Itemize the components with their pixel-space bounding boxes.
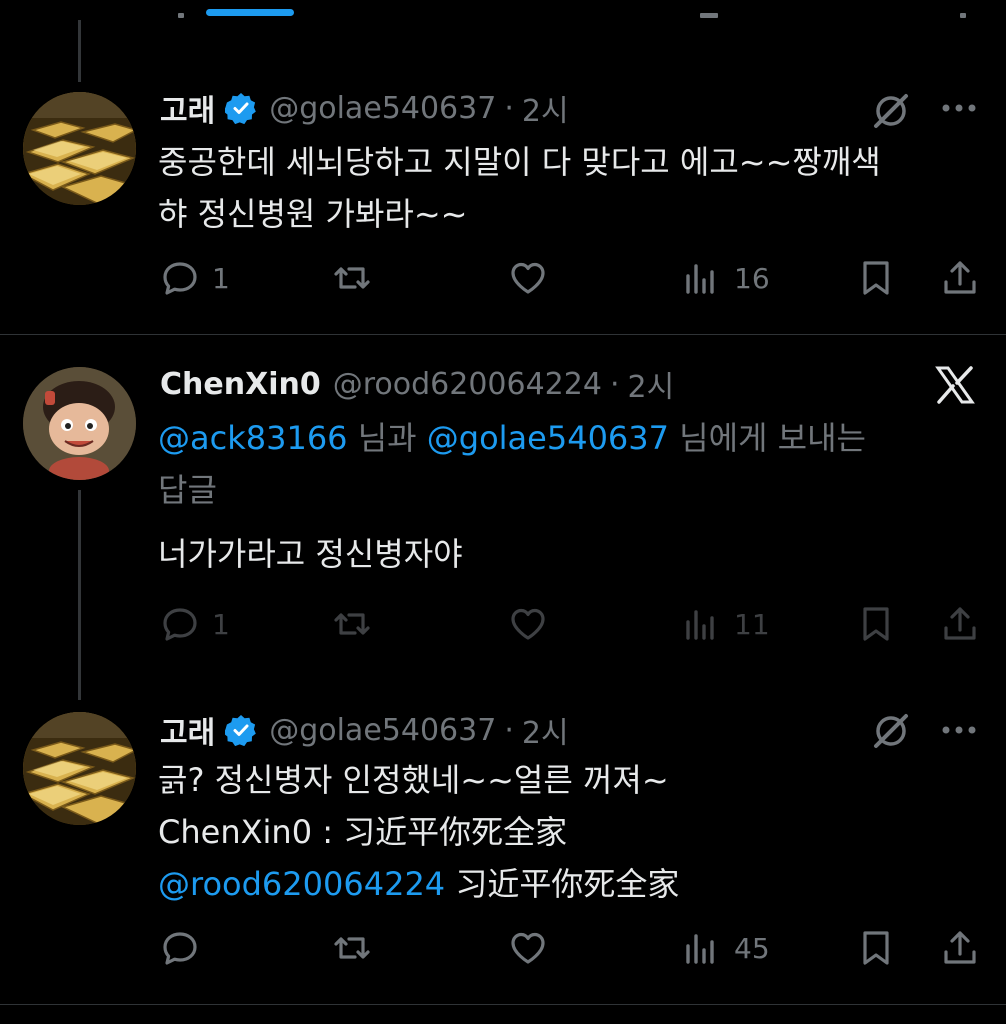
share-button[interactable] bbox=[940, 926, 980, 970]
bookmark-icon bbox=[863, 261, 889, 295]
mention-link[interactable]: @golae540637 bbox=[427, 419, 669, 457]
partial-icon bbox=[700, 13, 718, 18]
like-button[interactable] bbox=[508, 256, 560, 300]
action-bar: 1 11 bbox=[160, 602, 980, 646]
partial-icon bbox=[178, 13, 184, 18]
tweet-text-line: ChenXin0 : 习近平你死全家 bbox=[158, 813, 568, 851]
share-button[interactable] bbox=[940, 602, 980, 646]
display-name[interactable]: 고래 bbox=[160, 708, 215, 752]
heart-icon bbox=[511, 608, 545, 640]
divider bbox=[0, 1004, 1006, 1005]
views-button[interactable]: 45 bbox=[682, 926, 770, 970]
grok-icon[interactable] bbox=[870, 710, 912, 756]
display-name[interactable]: ChenXin0 bbox=[160, 367, 321, 402]
reply-button[interactable]: 1 bbox=[160, 256, 230, 300]
thread-line bbox=[78, 490, 81, 700]
separator: · bbox=[504, 712, 514, 748]
tweet-text-line: 햐 정신병원 가봐라~~ bbox=[158, 195, 468, 233]
grok-icon[interactable] bbox=[870, 90, 912, 136]
verified-badge-icon bbox=[223, 714, 257, 747]
like-button[interactable] bbox=[508, 602, 560, 646]
views-button[interactable]: 16 bbox=[682, 256, 770, 300]
heart-icon bbox=[511, 932, 545, 964]
bookmark-button[interactable] bbox=[856, 926, 896, 970]
x-logo-icon[interactable] bbox=[934, 364, 976, 410]
avatar[interactable] bbox=[23, 712, 136, 825]
reply-button[interactable]: 1 bbox=[160, 602, 230, 646]
reply-context-text: 님에게 보내는 bbox=[669, 419, 866, 457]
display-name[interactable]: 고래 bbox=[160, 86, 215, 130]
reply-icon bbox=[163, 262, 197, 295]
tweet-text: 긁? 정신병자 인정했네~~얼른 꺼져~ ChenXin0 : 习近平你死全家 … bbox=[158, 754, 978, 910]
views-icon bbox=[686, 934, 714, 964]
verified-badge-icon bbox=[223, 92, 257, 125]
views-button[interactable]: 11 bbox=[682, 602, 770, 646]
view-count: 16 bbox=[734, 261, 770, 295]
timestamp[interactable]: 2시 bbox=[628, 362, 675, 406]
top-partial-bar bbox=[0, 0, 1006, 18]
views-icon bbox=[686, 264, 714, 294]
timestamp[interactable]: 2시 bbox=[522, 86, 569, 130]
like-button[interactable] bbox=[508, 926, 560, 970]
bookmark-button[interactable] bbox=[856, 602, 896, 646]
mention-link[interactable]: @rood620064224 bbox=[158, 865, 445, 903]
divider bbox=[0, 334, 1006, 335]
retweet-button[interactable] bbox=[332, 602, 384, 646]
separator: · bbox=[504, 90, 514, 126]
views-icon bbox=[686, 610, 714, 640]
reply-count: 1 bbox=[212, 261, 230, 295]
bookmark-icon bbox=[863, 931, 889, 965]
view-count: 11 bbox=[734, 607, 770, 641]
tweet-text: 중공한데 세뇌당하고 지말이 다 맞다고 에고~~짱깨색 햐 정신병원 가봐라~… bbox=[158, 136, 978, 240]
reply-count: 1 bbox=[212, 607, 230, 641]
reply-context-text: 답글 bbox=[158, 471, 217, 509]
share-button[interactable] bbox=[940, 256, 980, 300]
thread-line bbox=[78, 20, 81, 82]
share-icon bbox=[944, 261, 976, 294]
partial-icon bbox=[960, 13, 966, 18]
retweet-icon bbox=[334, 613, 370, 635]
bookmark-icon bbox=[863, 607, 889, 641]
tweet-text-line: 중공한데 세뇌당하고 지말이 다 맞다고 에고~~짱깨색 bbox=[158, 143, 881, 181]
share-icon bbox=[944, 607, 976, 640]
bookmark-button[interactable] bbox=[856, 256, 896, 300]
retweet-button[interactable] bbox=[332, 256, 384, 300]
tweet-text-line: 너가가라고 정신병자야 bbox=[158, 535, 463, 573]
retweet-button[interactable] bbox=[332, 926, 384, 970]
handle[interactable]: @golae540637 bbox=[269, 713, 496, 748]
reply-icon bbox=[163, 932, 197, 965]
tweet-text-line: 习近平你死全家 bbox=[445, 865, 680, 903]
view-count: 45 bbox=[734, 931, 770, 965]
action-bar: 1 16 bbox=[160, 256, 980, 300]
retweet-icon bbox=[334, 937, 370, 959]
avatar[interactable] bbox=[23, 92, 136, 205]
tweet-text: 너가가라고 정신병자야 bbox=[158, 528, 978, 580]
retweet-icon bbox=[334, 267, 370, 289]
tab-indicator bbox=[206, 9, 294, 16]
heart-icon bbox=[511, 262, 545, 294]
more-icon[interactable] bbox=[940, 96, 978, 124]
more-icon[interactable] bbox=[940, 718, 978, 746]
handle[interactable]: @rood620064224 bbox=[333, 367, 602, 402]
action-bar: 45 bbox=[160, 926, 980, 970]
handle[interactable]: @golae540637 bbox=[269, 91, 496, 126]
share-icon bbox=[944, 931, 976, 964]
reply-context-text: 님과 bbox=[347, 419, 427, 457]
separator: · bbox=[609, 366, 620, 402]
reply-icon bbox=[163, 608, 197, 641]
mention-link[interactable]: @ack83166 bbox=[158, 419, 348, 457]
timestamp[interactable]: 2시 bbox=[522, 708, 569, 752]
reply-context: @ack83166 님과 @golae540637 님에게 보내는 답글 bbox=[158, 412, 978, 516]
reply-button[interactable] bbox=[160, 926, 212, 970]
avatar[interactable] bbox=[23, 367, 136, 480]
tweet-text-line: 긁? 정신병자 인정했네~~얼른 꺼져~ bbox=[158, 761, 669, 799]
